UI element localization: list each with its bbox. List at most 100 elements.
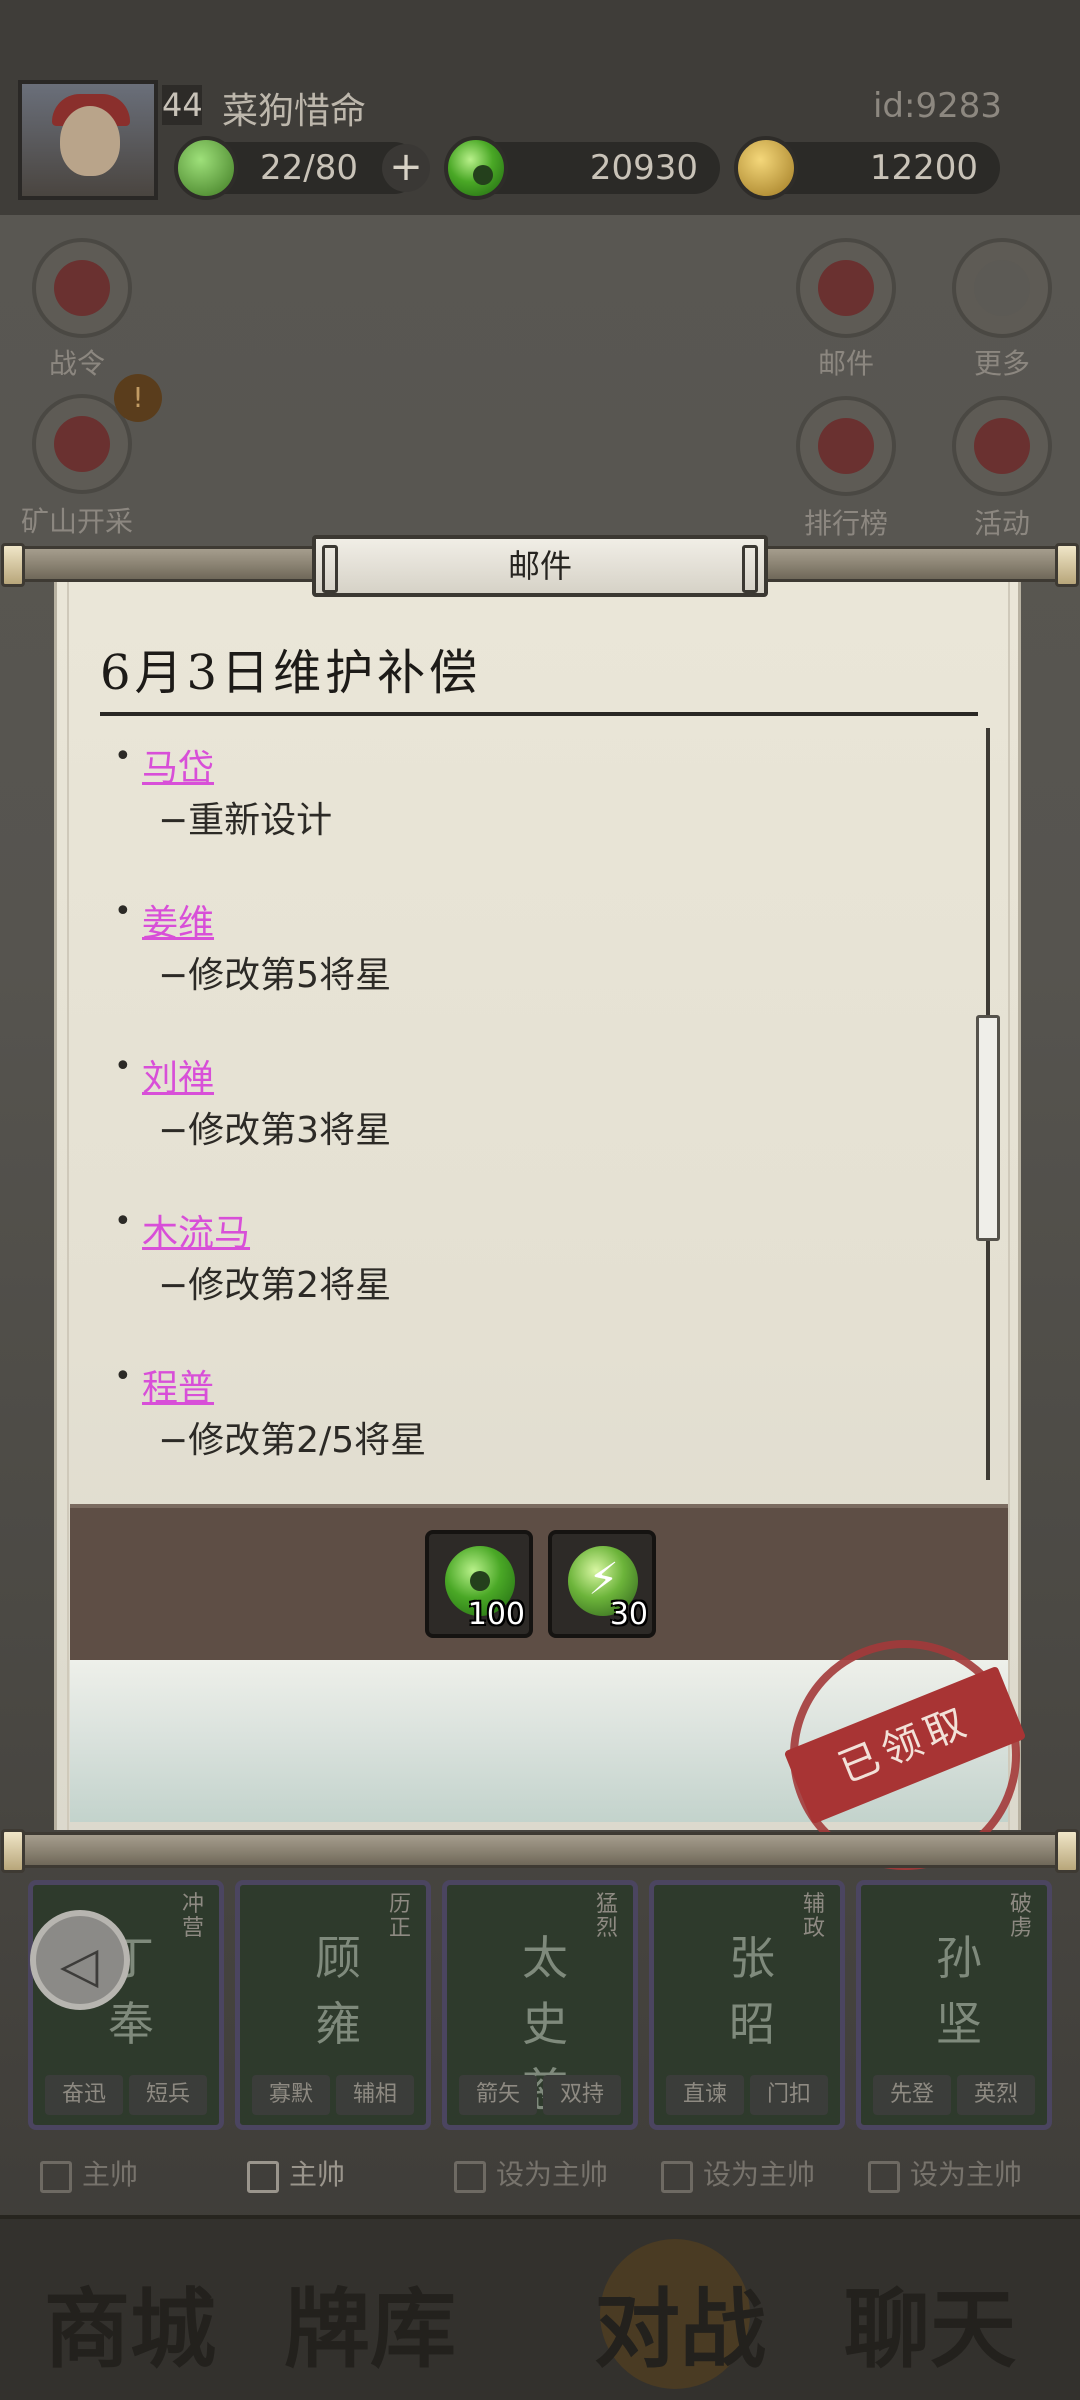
player-id: id:9283	[872, 86, 1002, 126]
card-name: 顾雍	[315, 1931, 361, 2051]
entry-link[interactable]: 木流马	[142, 1204, 250, 1256]
scroll-bottom-rod	[1, 1829, 1079, 1873]
card-name: 张昭	[729, 1931, 775, 2051]
modal-title: 邮件	[312, 535, 768, 597]
add-energy-button[interactable]: +	[382, 144, 430, 192]
activity-button[interactable]	[952, 396, 1052, 496]
reward-item[interactable]: ⚡ 30	[548, 1530, 656, 1638]
ranking-button[interactable]	[796, 396, 896, 496]
battle-pass-label: 战令	[48, 347, 105, 380]
general-cards: 冲营 丁奉 奋迅 短兵 历正 顾雍 寡默 辅相 猛烈 太史慈 箭矢 双持 辅政 …	[28, 1880, 1058, 2130]
entry-note: −修改第2/5将星	[158, 1420, 427, 1461]
bullet: •	[114, 1204, 132, 1239]
set-leader-checkbox[interactable]: 设为主帅	[868, 2155, 1022, 2195]
nav-chat[interactable]: 聊天	[820, 2259, 1040, 2384]
bullet: •	[114, 739, 132, 774]
mail-button[interactable]	[796, 238, 896, 338]
card-skill: 短兵	[129, 2075, 207, 2115]
gold-counter: 12200	[734, 136, 1000, 200]
card-skill: 先登	[873, 2075, 951, 2115]
rod-cap	[1055, 1829, 1079, 1873]
nav-card-library[interactable]: 牌库	[260, 2259, 480, 2384]
general-card[interactable]: 辅政 张昭 直谏 门扣	[649, 1880, 845, 2130]
card-trait: 历正	[388, 1892, 411, 1941]
nav-battle[interactable]: 对战	[570, 2259, 790, 2384]
player-name: 菜狗惜命	[222, 91, 367, 132]
mail-body[interactable]: • 马岱 −重新设计 • 姜维 −修改第5将星 • 刘禅 −修改第3将星 • 木…	[100, 730, 970, 1478]
rod-cap	[1055, 543, 1079, 587]
mail-icon	[818, 260, 874, 316]
card-skill: 双持	[543, 2075, 621, 2115]
entry-link[interactable]: 姜维	[142, 894, 214, 946]
set-leader-checkbox[interactable]: 主帅	[247, 2155, 345, 2195]
pickaxe-icon	[54, 416, 110, 472]
checkbox-label: 主帅	[82, 2158, 139, 2191]
nav-shop[interactable]: 商城	[20, 2259, 240, 2384]
face-shape	[60, 106, 120, 176]
checkbox-box	[661, 2160, 693, 2193]
checkbox-box	[40, 2160, 72, 2193]
card-skill: 箭矢	[459, 2075, 537, 2115]
player-level: 44	[162, 85, 203, 125]
entry-note: −修改第2将星	[158, 1265, 392, 1306]
general-card[interactable]: 破虏 孙坚 先登 英烈	[856, 1880, 1052, 2130]
entry-link[interactable]: 程普	[142, 1359, 214, 1411]
checkbox-label: 设为主帅	[703, 2158, 816, 2191]
checkbox-box	[868, 2160, 900, 2193]
more-button[interactable]	[952, 238, 1052, 338]
more-icon	[974, 260, 1030, 316]
general-card[interactable]: 猛烈 太史慈 箭矢 双持	[442, 1880, 638, 2130]
more-label: 更多	[973, 347, 1030, 380]
entry-link[interactable]: 马岱	[142, 739, 214, 791]
card-skill: 辅相	[336, 2075, 414, 2115]
mail-subject: 6月3日维护补偿	[100, 645, 482, 701]
checkbox-label: 主帅	[289, 2158, 346, 2191]
entry-link[interactable]: 刘禅	[142, 1049, 214, 1101]
entry-note: −修改第5将星	[158, 955, 392, 996]
title-divider	[100, 712, 978, 716]
bullet: •	[114, 1359, 132, 1394]
reward-count: 30	[609, 1597, 648, 1632]
energy-icon	[174, 136, 238, 200]
reward-count: 100	[467, 1597, 525, 1632]
card-skill: 门扣	[750, 2075, 828, 2115]
entry-note: −重新设计	[158, 800, 333, 841]
set-leader-checkbox[interactable]: 设为主帅	[661, 2155, 815, 2195]
bullet: •	[114, 1049, 132, 1084]
rod-cap	[1, 543, 25, 587]
card-trait: 冲营	[181, 1892, 204, 1941]
checkbox-box	[454, 2160, 486, 2193]
energy-value: 22/80	[260, 148, 358, 188]
set-leader-checkbox[interactable]: 主帅	[40, 2155, 138, 2195]
arrow-left-icon: ◁	[60, 1936, 99, 1994]
battle-pass-icon	[54, 260, 110, 316]
jade-icon	[444, 136, 508, 200]
checkbox-label: 设为主帅	[496, 2158, 609, 2191]
jade-value: 20930	[589, 148, 698, 188]
activity-icon	[974, 418, 1030, 474]
card-skill: 奋迅	[45, 2075, 123, 2115]
back-button[interactable]: ◁	[30, 1910, 130, 2010]
scrollbar-thumb[interactable]	[976, 1015, 1000, 1241]
bottom-nav: 商城 牌库 对战 聊天	[0, 2215, 1080, 2400]
energy-counter: 22/80 +	[174, 136, 430, 200]
checkbox-label: 设为主帅	[910, 2158, 1023, 2191]
avatar[interactable]	[18, 80, 158, 200]
card-trait: 辅政	[802, 1892, 825, 1941]
reward-item[interactable]: 100	[425, 1530, 533, 1638]
set-leader-checkbox[interactable]: 设为主帅	[454, 2155, 608, 2195]
card-name: 孙坚	[936, 1931, 982, 2051]
card-skill: 寡默	[252, 2075, 330, 2115]
gold-icon	[734, 136, 798, 200]
jade-counter: 20930	[444, 136, 720, 200]
checkbox-box-checked	[247, 2160, 279, 2193]
rewards-panel	[70, 1504, 1008, 1660]
battle-pass-button[interactable]	[32, 238, 132, 338]
mining-label: 矿山开采	[20, 505, 133, 538]
card-trait: 破虏	[1009, 1892, 1032, 1941]
gold-value: 12200	[869, 148, 978, 188]
bullet: •	[114, 894, 132, 929]
ranking-label: 排行榜	[803, 507, 888, 540]
general-card[interactable]: 历正 顾雍 寡默 辅相	[235, 1880, 431, 2130]
activity-label: 活动	[973, 507, 1030, 540]
